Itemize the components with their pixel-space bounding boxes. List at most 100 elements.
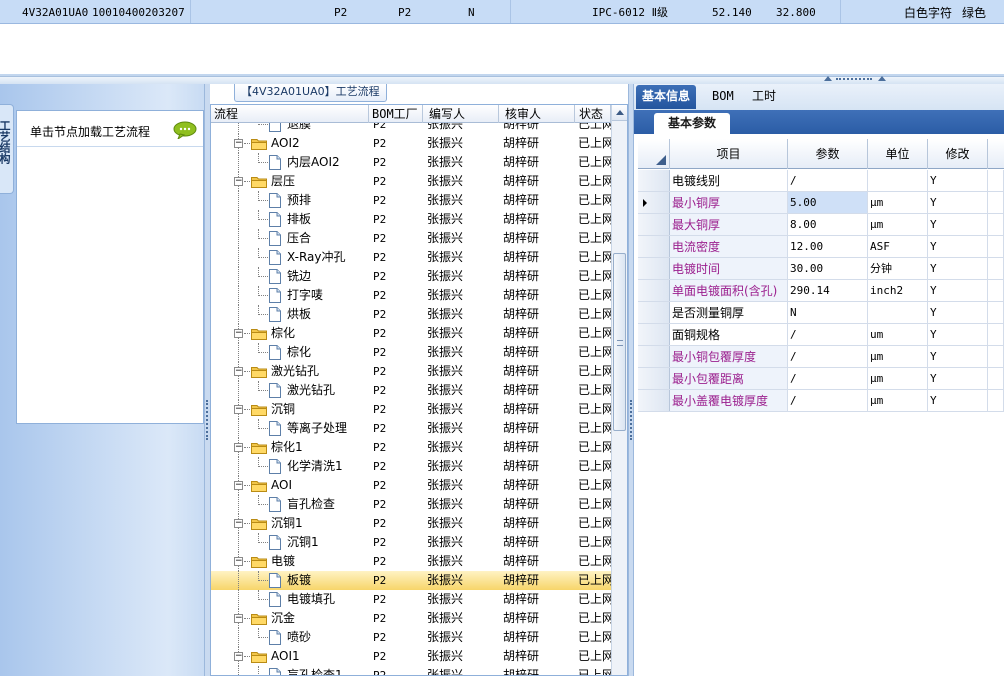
param-unit-cell[interactable] <box>868 302 928 323</box>
row-selector[interactable] <box>638 258 670 279</box>
tree-folder-row[interactable]: − 沉铜1 P2 张振兴 胡梓研 已上网 <box>211 514 611 533</box>
param-unit-cell[interactable]: um <box>868 324 928 345</box>
column-header-modify[interactable]: 修改 <box>928 139 988 169</box>
param-value-cell[interactable]: 12.00 <box>788 236 868 257</box>
load-flow-header[interactable]: 单击节点加载工艺流程 <box>17 111 203 147</box>
tree-step-row[interactable]: 预排 P2 张振兴 胡梓研 已上网 <box>211 191 611 210</box>
param-value-cell[interactable]: / <box>788 390 868 411</box>
tab-basic-info[interactable]: 基本信息 <box>636 85 697 109</box>
param-modify-cell[interactable]: Y <box>928 280 988 301</box>
param-row[interactable]: 是否测量铜厚 N Y <box>638 302 1004 324</box>
param-value-cell[interactable]: / <box>788 324 868 345</box>
param-row[interactable]: 电镀线别 / Y <box>638 170 1004 192</box>
param-value-cell[interactable]: 8.00 <box>788 214 868 235</box>
collapse-toggle-icon[interactable]: − <box>234 367 243 376</box>
collapse-toggle-icon[interactable]: − <box>234 443 243 452</box>
param-value-cell[interactable]: 30.00 <box>788 258 868 279</box>
param-modify-cell[interactable]: Y <box>928 368 988 389</box>
tab-work-hours[interactable]: 工时 <box>746 85 782 109</box>
tree-step-row[interactable]: 棕化 P2 张振兴 胡梓研 已上网 <box>211 343 611 362</box>
collapse-toggle-icon[interactable]: − <box>234 519 243 528</box>
top-record-row[interactable]: 4V32A01UA0 10010400203207 P2 P2 N IPC-60… <box>0 0 1004 24</box>
param-modify-cell[interactable]: Y <box>928 302 988 323</box>
param-modify-cell[interactable]: Y <box>928 258 988 279</box>
collapse-toggle-icon[interactable]: − <box>234 139 243 148</box>
param-modify-cell[interactable]: Y <box>928 236 988 257</box>
splitter-grip-icon[interactable] <box>206 400 208 440</box>
row-selector[interactable] <box>638 368 670 389</box>
row-selector[interactable] <box>638 170 670 191</box>
collapse-up-icon[interactable] <box>878 76 886 81</box>
subtab-basic-params[interactable]: 基本参数 <box>654 113 731 134</box>
tree-folder-row[interactable]: − 层压 P2 张振兴 胡梓研 已上网 <box>211 172 611 191</box>
param-unit-cell[interactable]: μm <box>868 368 928 389</box>
param-row[interactable]: 最小盖覆电镀厚度 / μm Y <box>638 390 1004 412</box>
splitter-grip-icon[interactable] <box>836 78 872 82</box>
scrollbar-thumb[interactable] <box>613 253 626 431</box>
column-header-item[interactable]: 项目 <box>670 139 788 169</box>
tree-step-row[interactable]: 烘板 P2 张振兴 胡梓研 已上网 <box>211 305 611 324</box>
column-header-flow[interactable]: 流程 <box>211 105 369 123</box>
collapse-up-icon[interactable] <box>824 76 832 81</box>
param-row[interactable]: 电流密度 12.00 ASF Y <box>638 236 1004 258</box>
tree-step-row[interactable]: 沉铜1 P2 张振兴 胡梓研 已上网 <box>211 533 611 552</box>
row-selector[interactable] <box>638 192 670 213</box>
param-unit-cell[interactable]: μm <box>868 214 928 235</box>
param-row[interactable]: 最小铜厚 5.00 μm Y <box>638 192 1004 214</box>
column-header-bom-factory[interactable]: BOM工厂 <box>369 105 423 123</box>
row-selector[interactable] <box>638 236 670 257</box>
tree-step-row[interactable]: 排板 P2 张振兴 胡梓研 已上网 <box>211 210 611 229</box>
tree-step-row[interactable]: 压合 P2 张振兴 胡梓研 已上网 <box>211 229 611 248</box>
row-selector[interactable] <box>638 302 670 323</box>
tree-folder-row[interactable]: − AOI2 P2 张振兴 胡梓研 已上网 <box>211 134 611 153</box>
collapse-toggle-icon[interactable]: − <box>234 652 243 661</box>
row-selector[interactable] <box>638 346 670 367</box>
param-unit-cell[interactable]: μm <box>868 192 928 213</box>
tree-step-row[interactable]: 退膜 P2 张振兴 胡梓研 已上网 <box>211 123 611 134</box>
param-modify-cell[interactable]: Y <box>928 390 988 411</box>
collapse-toggle-icon[interactable]: − <box>234 177 243 186</box>
param-modify-cell[interactable]: Y <box>928 324 988 345</box>
param-value-cell[interactable]: / <box>788 368 868 389</box>
column-header-reviewer[interactable]: 核审人 <box>499 105 575 123</box>
tree-folder-row[interactable]: − 棕化1 P2 张振兴 胡梓研 已上网 <box>211 438 611 457</box>
select-all-corner-icon[interactable] <box>656 155 666 165</box>
tree-step-row[interactable]: 内层AOI2 P2 张振兴 胡梓研 已上网 <box>211 153 611 172</box>
param-row[interactable]: 面铜规格 / um Y <box>638 324 1004 346</box>
param-value-cell[interactable]: 290.14 <box>788 280 868 301</box>
param-value-cell[interactable]: / <box>788 346 868 367</box>
tree-vertical-scrollbar[interactable] <box>611 105 627 675</box>
param-modify-cell[interactable]: Y <box>928 192 988 213</box>
param-unit-cell[interactable] <box>868 170 928 191</box>
tree-folder-row[interactable]: − AOI P2 张振兴 胡梓研 已上网 <box>211 476 611 495</box>
param-row[interactable]: 电镀时间 30.00 分钟 Y <box>638 258 1004 280</box>
param-unit-cell[interactable]: μm <box>868 346 928 367</box>
column-header-param[interactable]: 参数 <box>788 139 868 169</box>
tree-folder-row[interactable]: − AOI1 P2 张振兴 胡梓研 已上网 <box>211 647 611 666</box>
column-header-unit[interactable]: 单位 <box>868 139 928 169</box>
param-row[interactable]: 最小铜包覆厚度 / μm Y <box>638 346 1004 368</box>
tree-step-row[interactable]: 等离子处理 P2 张振兴 胡梓研 已上网 <box>211 419 611 438</box>
param-row[interactable]: 最小包覆距离 / μm Y <box>638 368 1004 390</box>
collapse-toggle-icon[interactable]: − <box>234 329 243 338</box>
tree-step-row[interactable]: 喷砂 P2 张振兴 胡梓研 已上网 <box>211 628 611 647</box>
tree-step-row[interactable]: 铣边 P2 张振兴 胡梓研 已上网 <box>211 267 611 286</box>
tree-folder-row[interactable]: − 沉铜 P2 张振兴 胡梓研 已上网 <box>211 400 611 419</box>
tree-step-row[interactable]: 化学清洗1 P2 张振兴 胡梓研 已上网 <box>211 457 611 476</box>
row-selector[interactable] <box>638 280 670 301</box>
tree-step-row[interactable]: 打字唛 P2 张振兴 胡梓研 已上网 <box>211 286 611 305</box>
param-value-cell[interactable]: / <box>788 170 868 191</box>
tree-folder-row[interactable]: − 激光钻孔 P2 张振兴 胡梓研 已上网 <box>211 362 611 381</box>
tree-folder-row[interactable]: − 电镀 P2 张振兴 胡梓研 已上网 <box>211 552 611 571</box>
row-selector[interactable] <box>638 390 670 411</box>
param-unit-cell[interactable]: 分钟 <box>868 258 928 279</box>
tab-bom[interactable]: BOM <box>706 85 740 109</box>
tree-step-row[interactable]: 板镀 P2 张振兴 胡梓研 已上网 <box>211 571 611 590</box>
splitter-grip-icon[interactable] <box>630 400 632 440</box>
row-selector[interactable] <box>638 214 670 235</box>
param-unit-cell[interactable]: inch2 <box>868 280 928 301</box>
tree-step-row[interactable]: X-Ray冲孔 P2 张振兴 胡梓研 已上网 <box>211 248 611 267</box>
param-value-cell[interactable]: 5.00 <box>788 192 868 213</box>
tree-step-row[interactable]: 盲孔检查 P2 张振兴 胡梓研 已上网 <box>211 495 611 514</box>
param-modify-cell[interactable]: Y <box>928 170 988 191</box>
